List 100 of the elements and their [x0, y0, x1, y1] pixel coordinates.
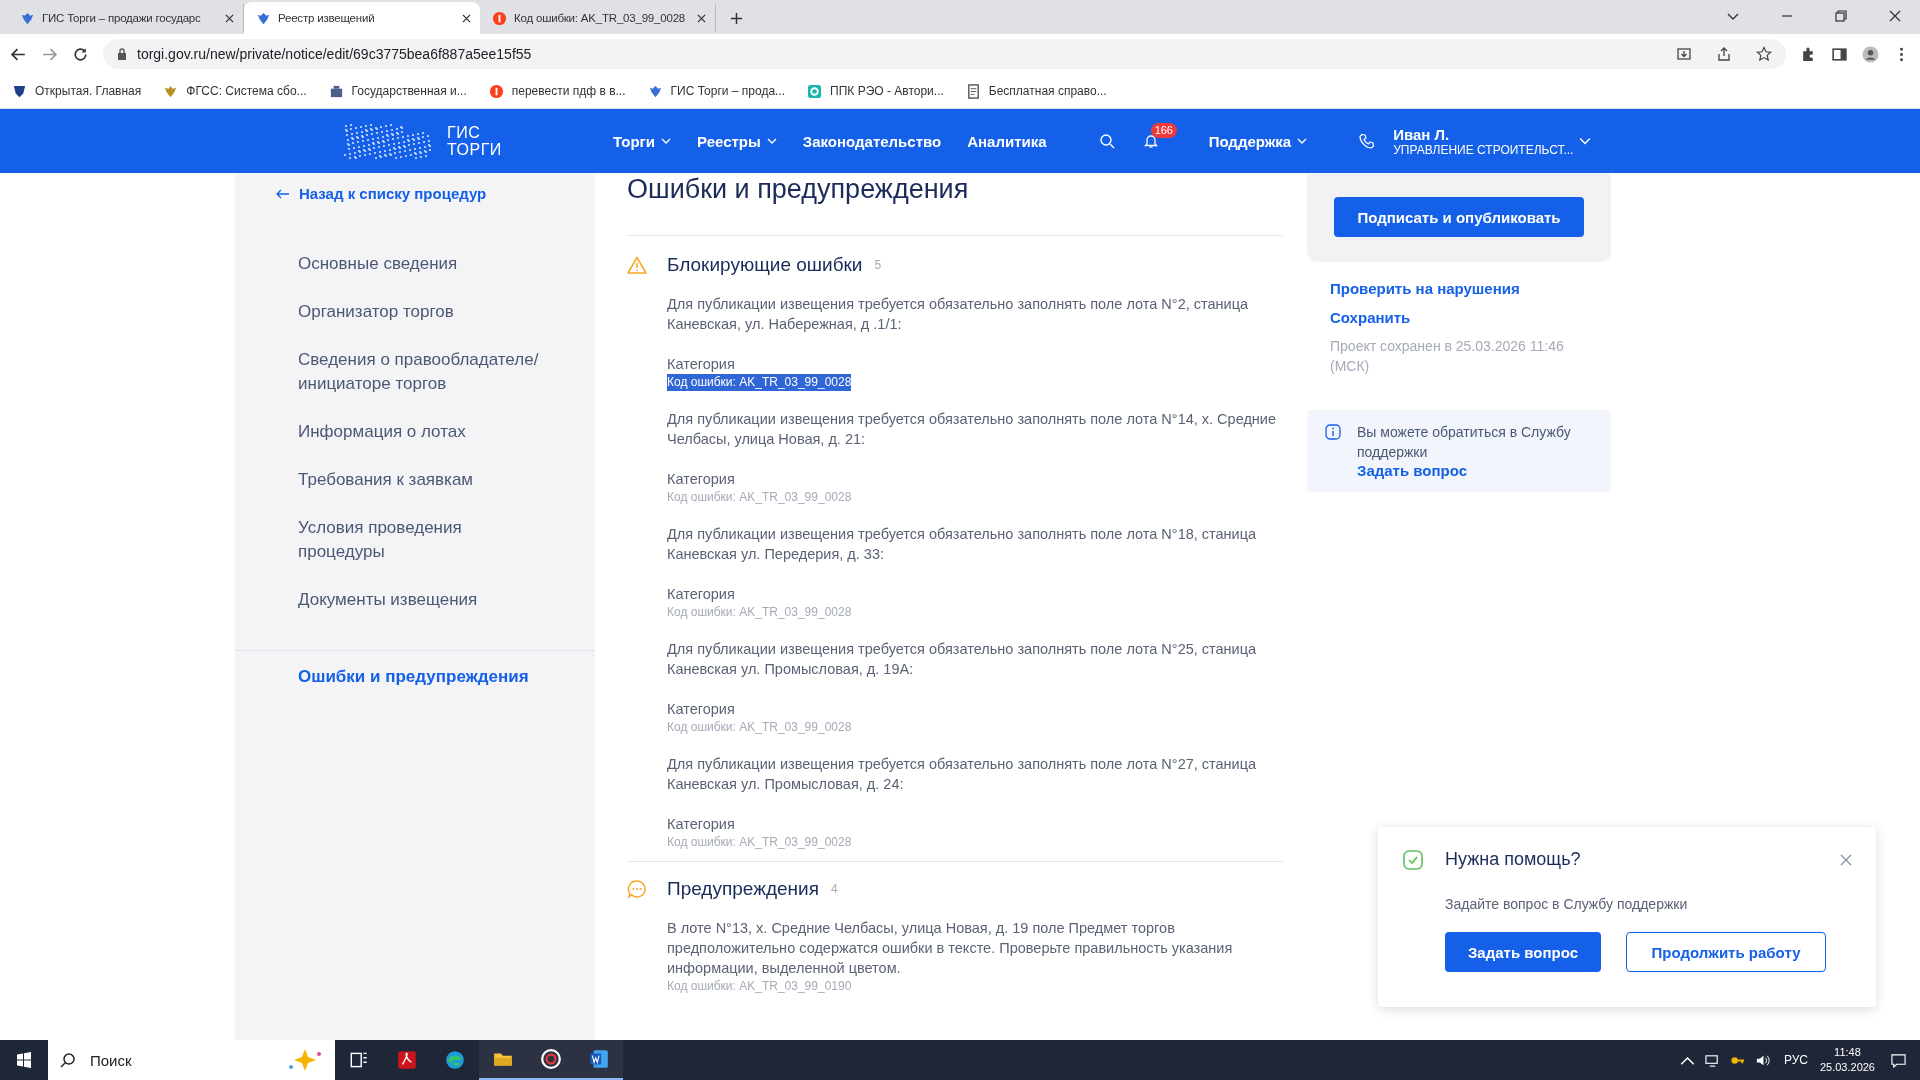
emblem-icon — [20, 10, 35, 26]
info-icon — [1325, 424, 1341, 440]
error-message: Для публикации извещения требуется обязательно заполнять поле лота N°27, станица Каневская ул. Промысловая, д. 24: — [667, 755, 1258, 794]
language-indicator[interactable]: РУС — [1783, 1053, 1808, 1067]
new-tab-icon[interactable] — [730, 12, 743, 25]
chevron-icon[interactable] — [1297, 138, 1308, 144]
bookmark[interactable]: Открытая. Главная — [12, 83, 142, 99]
bell-icon[interactable] — [1142, 133, 1159, 149]
taskbar-search-field[interactable]: Поиск — [48, 1040, 335, 1080]
windows-start-icon[interactable] — [16, 1052, 32, 1068]
sidebar-item[interactable]: Требования к заявкам — [298, 468, 553, 492]
shield-icon — [12, 83, 27, 99]
notification-count: 166 — [1150, 123, 1177, 138]
category-label: Категория — [667, 700, 736, 719]
chevron-icon[interactable] — [661, 138, 671, 144]
chat-bubble-icon — [627, 879, 647, 899]
user-name[interactable]: Иван Л. — [1393, 125, 1574, 143]
sidebar-item[interactable]: Условия проведения процедуры — [298, 516, 553, 564]
sidebar-item[interactable]: Документы извещения — [298, 588, 553, 612]
close-icon[interactable] — [225, 13, 234, 23]
notifications-icon[interactable] — [1891, 1052, 1906, 1068]
close-icon[interactable] — [697, 13, 706, 23]
restore-icon[interactable] — [1834, 9, 1848, 23]
star-icon[interactable] — [1756, 46, 1772, 62]
section-count: 5 — [874, 258, 882, 272]
address-field[interactable]: torgi.gov.ru/new/private/notice/edit/69c3775bea6f887a5ee15f55 — [103, 39, 1786, 69]
popup-title: Нужна помощь? — [1445, 849, 1582, 870]
speaker-icon[interactable] — [1754, 1052, 1770, 1068]
bookmark[interactable]: ГИС Торги – прода... — [647, 83, 786, 99]
error-message: Для публикации извещения требуется обязательно заполнять поле лота N°18, станица Каневская ул. Передерия, д. 33: — [667, 525, 1258, 564]
browser-icon[interactable] — [444, 1049, 466, 1071]
browser-tab[interactable]: Реестр извещений — [244, 2, 480, 34]
lock-icon[interactable] — [117, 48, 127, 60]
bookmark[interactable]: ППК РЭО - Автори... — [807, 83, 944, 99]
error-message: В лоте N°13, х. Средние Челбасы, улица Новая, д. 19 поле Предмет торгов предположительно содержатся ошибки в тексте. Проверьте правильность указания информации, выделенной цветом. — [667, 919, 1234, 978]
category-label: Категория — [667, 470, 736, 489]
chevron-icon[interactable] — [766, 138, 777, 144]
reload-icon[interactable] — [72, 45, 89, 63]
section-title: Предупреждения — [667, 878, 819, 900]
section-title: Блокирующие ошибки — [667, 254, 863, 276]
clock[interactable]: 11:48 25.03.2026 — [1819, 1045, 1875, 1075]
publish-button[interactable]: Подписать и опубликовать — [1334, 197, 1584, 237]
word-app-icon[interactable] — [588, 1048, 610, 1070]
error-message: Для публикации извещения требуется обязательно заполнять поле лота N°14, х. Средние Челбасы, улица Новая, д. 21: — [667, 410, 1278, 449]
emblem-icon — [256, 10, 271, 26]
sidebar-icon[interactable] — [1831, 45, 1848, 63]
error-message: Для публикации извещения требуется обязательно заполнять поле лота N°25, станица Каневская ул. Промысловая, д. 19А: — [667, 640, 1258, 679]
user-organization[interactable]: УПРАВЛЕНИЕ СТРОИТЕЛЬСТ... — [1393, 142, 1574, 157]
support-menu[interactable]: Поддержка — [1208, 132, 1308, 150]
bookmark[interactable]: Бесплатная справо... — [965, 83, 1107, 99]
emblem-icon — [163, 83, 179, 99]
sidebar-item[interactable]: Информация о лотах — [298, 420, 553, 444]
sidebar-item[interactable]: Сведения о правообладателе/ инициаторе торгов — [298, 348, 553, 396]
checkbox-icon — [1403, 849, 1423, 870]
sidebar-item[interactable]: Организатор торгов — [298, 300, 553, 324]
category-label: Категория — [667, 585, 736, 604]
install-icon[interactable] — [1676, 46, 1692, 62]
search-icon[interactable] — [60, 1052, 76, 1068]
nav-menu-item[interactable]: Аналитика — [967, 132, 1047, 150]
bookmark[interactable]: ФГСС: Система сбо... — [163, 83, 307, 99]
network-icon[interactable] — [1704, 1052, 1720, 1068]
action-link[interactable]: Сохранить — [1307, 309, 1611, 326]
warning-icon — [627, 255, 647, 275]
error-code: Код ошибки: AK_TR_03_99_0028 — [667, 604, 852, 621]
error-code: Код ошибки: AK_TR_03_99_0028 — [667, 834, 852, 851]
nav-menu-item[interactable]: Реестры — [697, 132, 777, 150]
back-link[interactable]: Назад к списку процедур — [235, 173, 595, 202]
category-label: Категория — [667, 355, 736, 374]
profile-icon[interactable] — [1862, 45, 1879, 63]
bookmark[interactable]: Государственная и... — [328, 83, 467, 99]
document-icon — [965, 83, 981, 99]
nav-menu-item[interactable]: Торги — [613, 132, 671, 150]
saved-note: Проект сохранен в 25.03.2026 11:46 (МСК) — [1330, 337, 1565, 376]
continue-button[interactable]: Продолжить работу — [1626, 932, 1826, 972]
action-link[interactable]: Проверить на нарушения — [1307, 280, 1611, 297]
bookmark[interactable]: перевести пдф в в... — [488, 83, 626, 99]
nav-menu-item[interactable]: Законодательство — [802, 132, 942, 150]
ring-app-icon[interactable] — [540, 1048, 562, 1070]
arrow-left-icon[interactable] — [276, 188, 290, 199]
pdf-app-icon[interactable] — [396, 1049, 418, 1071]
phone-icon[interactable] — [1359, 133, 1376, 149]
browser-tab[interactable]: Код ошибки: AK_TR_03_99_0028 — [480, 4, 716, 32]
category-label: Категория — [667, 815, 736, 834]
error-code: Код ошибки: AK_TR_03_99_0190 — [667, 978, 852, 995]
yandex-icon — [488, 83, 504, 99]
sidebar-item[interactable]: Ошибки и предупреждения — [235, 651, 553, 689]
chevron-icon[interactable] — [1579, 137, 1592, 145]
error-message: Для публикации извещения требуется обязательно заполнять поле лота N°2, станица Каневская, ул. Набережная, д .1/1: — [667, 295, 1250, 334]
logo-text[interactable]: ГИС ТОРГИ — [447, 124, 502, 158]
taskbar-app[interactable] — [575, 1040, 623, 1080]
sidebar-item[interactable]: Основные сведения — [298, 252, 553, 276]
emblem-icon — [647, 83, 663, 99]
close-icon[interactable] — [1888, 9, 1902, 23]
share-icon[interactable] — [1716, 46, 1732, 62]
error-code: Код ошибки: AK_TR_03_99_0028 — [667, 374, 852, 391]
close-icon[interactable] — [462, 13, 471, 23]
error-code: Код ошибки: AK_TR_03_99_0028 — [667, 489, 852, 506]
taskbar-app[interactable] — [479, 1040, 527, 1080]
ask-question-link[interactable]: Задать вопрос — [1357, 462, 1468, 479]
ask-button[interactable]: Задать вопрос — [1445, 932, 1601, 972]
